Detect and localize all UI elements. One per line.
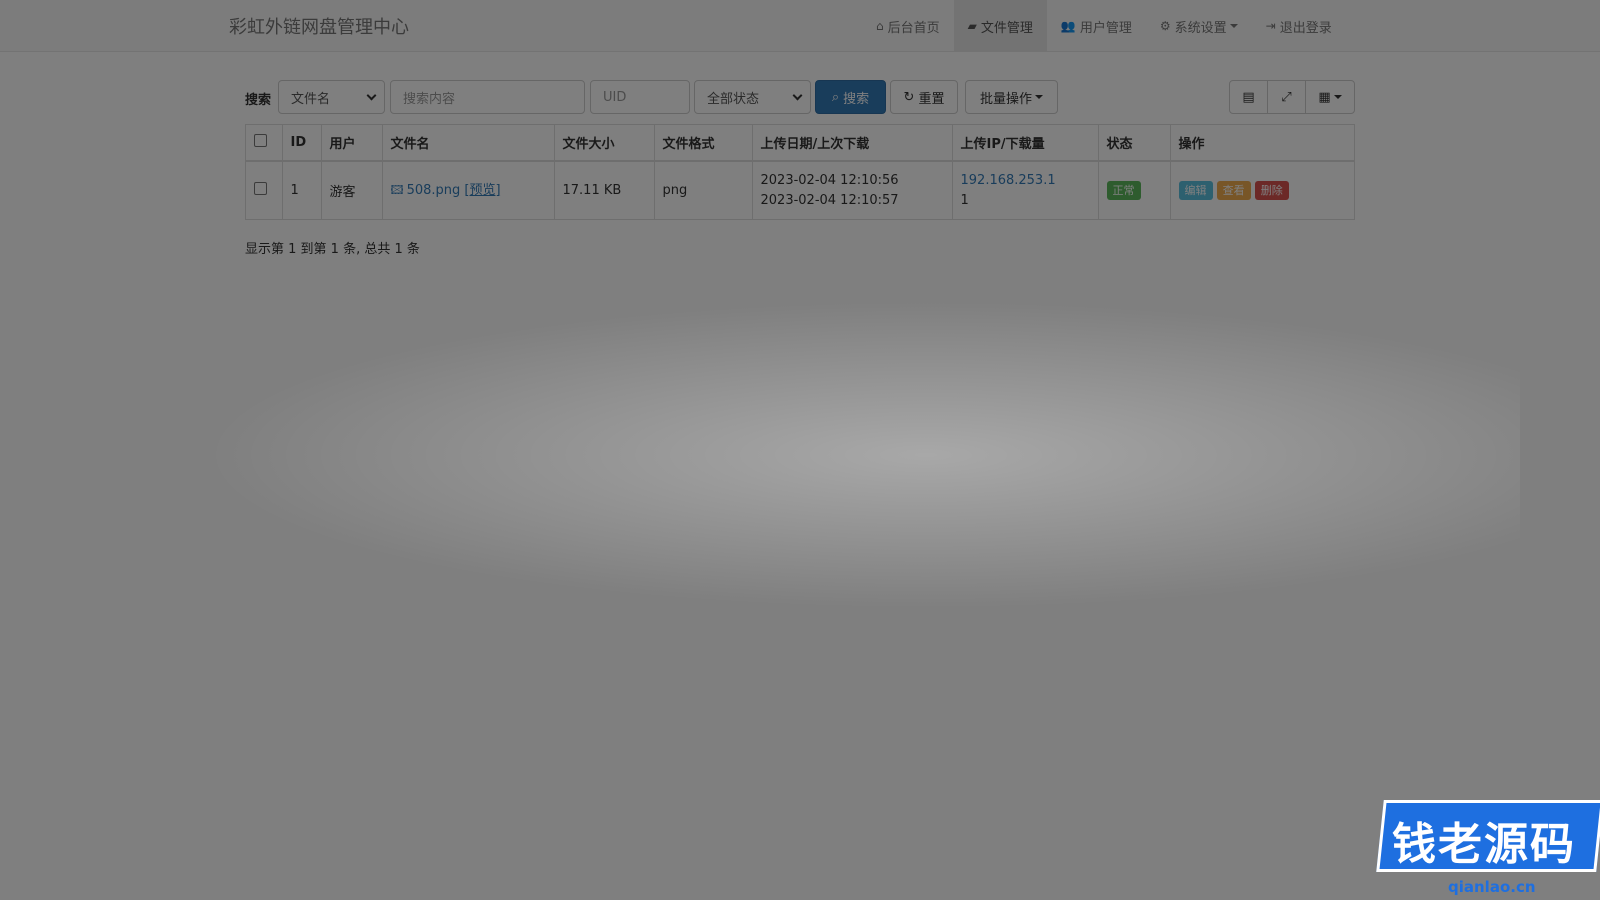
watermark-logo: 钱老源码 qianlao.cn — [1368, 790, 1600, 900]
modal-backdrop[interactable] — [0, 0, 1600, 900]
loading-blur — [200, 300, 1520, 610]
watermark-url: qianlao.cn — [1448, 878, 1536, 896]
watermark-text: 钱老源码 — [1392, 819, 1576, 870]
